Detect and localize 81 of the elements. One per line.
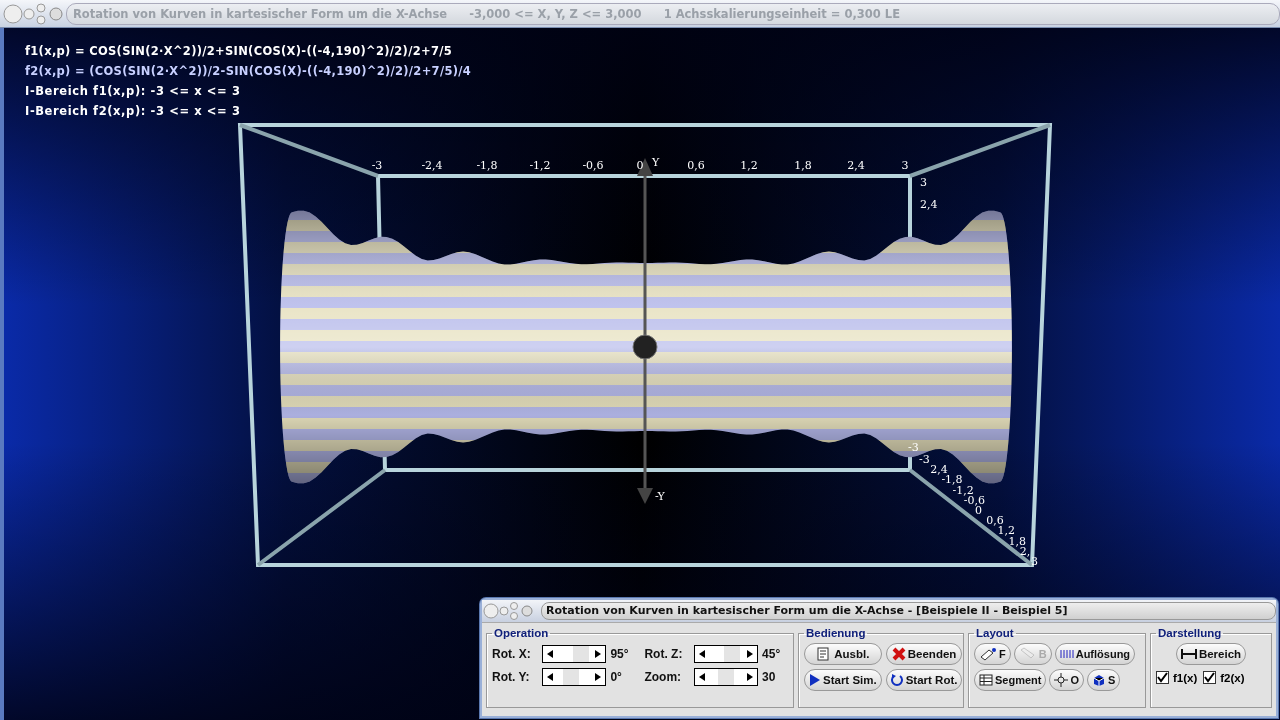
toolbar-button[interactable]: Auflösung <box>1054 643 1136 665</box>
left-arrow-icon[interactable] <box>547 650 554 658</box>
range-info: -3,000 <= X, Y, Z <= 3,000 <box>469 6 642 21</box>
brush-icon <box>979 647 997 661</box>
slider-label: Rot. Y: <box>492 670 531 684</box>
scrollbar-slider[interactable] <box>542 668 607 686</box>
axis-tick-label: -1,8 <box>476 159 498 172</box>
range-icon <box>1180 649 1197 659</box>
window-title: Rotation von Kurven in kartesischer Form um die X-Achse <box>73 6 448 21</box>
left-arrow-icon[interactable] <box>699 650 706 658</box>
group-title: Operation <box>493 627 550 639</box>
flashlight-icon <box>1018 647 1037 661</box>
axis-tick-label: 0 <box>636 159 644 172</box>
play-icon <box>809 674 821 686</box>
axis-tick-label: 3 <box>901 159 909 172</box>
formula-text: f1(x,p) = COS(SIN(2·X^2))/2+SIN(COS(X)-((-4,190)^2)/2)/2+7/5 <box>25 44 453 59</box>
slider-thumb[interactable] <box>724 646 741 662</box>
range-button[interactable]: Bereich <box>1175 643 1247 665</box>
left-arrow-icon[interactable] <box>547 673 554 681</box>
close-icon <box>891 647 906 661</box>
axis-tick-label: -3 <box>371 159 383 172</box>
slider-label: Rot. X: <box>492 647 532 661</box>
window-buttons-icon[interactable] <box>2 1 64 26</box>
toolbar-button[interactable]: Start Rot. <box>885 669 963 691</box>
axis-tick-label: 1,2 <box>740 159 758 172</box>
axis-tick-label: -1,8 <box>941 473 963 487</box>
axis-tick-label: 2,4 <box>847 159 865 172</box>
axis-tick-label: -3 <box>919 453 930 466</box>
slider-value: 95° <box>610 647 630 661</box>
slider-label: Zoom: <box>644 670 683 684</box>
cube-icon <box>1092 673 1107 687</box>
crosshair-icon <box>1054 673 1069 687</box>
axis-tick-label: 3 <box>920 176 927 189</box>
axis-tick-label: 0,6 <box>687 159 705 172</box>
axis-label: Y <box>652 156 660 169</box>
right-arrow-icon[interactable] <box>747 673 754 681</box>
grid-icon <box>979 674 993 686</box>
slider-value: 45° <box>762 647 782 661</box>
right-arrow-icon[interactable] <box>595 673 602 681</box>
group-title: Bedienung <box>805 627 867 639</box>
axis-tick-label: -0,6 <box>582 159 604 172</box>
checkbox-label: f1(x) <box>1173 671 1198 684</box>
axis-tick-label: -3 <box>908 441 919 454</box>
scale-info: 1 Achsskalierungseinheit = 0,300 LE <box>663 6 900 21</box>
formula-text: I-Bereich f2(x,p): -3 <= x <= 3 <box>25 104 242 119</box>
formula-text: I-Bereich f1(x,p): -3 <= x <= 3 <box>25 84 242 99</box>
toolbar-button[interactable]: Start Sim. <box>804 669 882 691</box>
vertical-lines-icon <box>1059 649 1074 659</box>
axis-tick-label: 1,8 <box>794 159 812 172</box>
toolbar-button[interactable]: S <box>1087 669 1121 691</box>
scrollbar-slider[interactable] <box>694 645 759 663</box>
axis-tick-label: 2,4 <box>920 198 938 211</box>
axis-tick-label: -1,2 <box>529 159 551 172</box>
slider-label: Rot. Z: <box>644 647 684 661</box>
slider-value: 30 <box>762 670 777 684</box>
slider-thumb[interactable] <box>563 669 580 685</box>
checkbox[interactable] <box>1156 671 1169 684</box>
checkbox-label: f2(x) <box>1220 671 1245 684</box>
panel-title: Rotation von Kurven in kartesischer Form um die X-Achse - [Beispiele II - Beispiel 5] <box>541 602 1276 620</box>
slider-thumb[interactable] <box>718 669 735 685</box>
group-title: Layout <box>975 627 1015 639</box>
group-title: Darstellung <box>1157 627 1223 639</box>
axis-tick-label: 3 <box>1031 555 1038 568</box>
origin-marker-icon <box>632 334 658 360</box>
scrollbar-slider[interactable] <box>694 668 759 686</box>
slider-thumb[interactable] <box>572 646 589 662</box>
formula-text: f2(x,p) = (COS(SIN(2·X^2))/2-SIN(COS(X)-((-4,190)^2)/2)/2+7/5)/4 <box>25 64 472 79</box>
scrollbar-slider[interactable] <box>542 645 607 663</box>
axis-tick-label: -2,4 <box>421 159 443 172</box>
left-arrow-icon[interactable] <box>699 673 706 681</box>
toolbar-button[interactable]: O <box>1049 669 1085 691</box>
checkbox[interactable] <box>1203 671 1217 684</box>
rotate-icon <box>890 673 904 687</box>
right-arrow-icon[interactable] <box>595 650 602 658</box>
toolbar-button[interactable]: F <box>974 643 1011 665</box>
right-arrow-icon[interactable] <box>747 650 754 658</box>
toolbar-button[interactable]: Segment <box>974 669 1047 691</box>
axis-label: -Y <box>655 490 665 503</box>
slider-value: 0° <box>610 670 623 684</box>
toolbar-button[interactable]: Ausbl. <box>804 643 882 665</box>
toolbar-button[interactable]: Beenden <box>885 643 963 665</box>
